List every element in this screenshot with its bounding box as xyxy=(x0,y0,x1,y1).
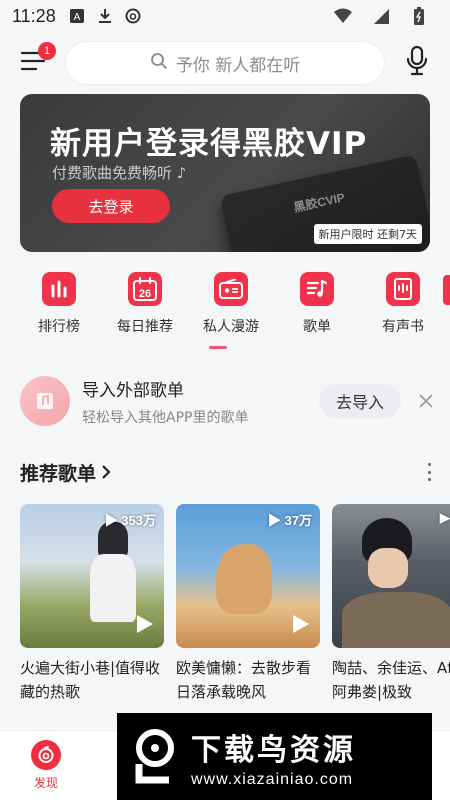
chevron-right-icon[interactable] xyxy=(100,464,112,480)
top-header: 1 予你 新人都在听 xyxy=(0,38,450,88)
playlist-title: 欧美慵懒：去散步看日落承载晚风 xyxy=(176,659,312,701)
playlist-card[interactable]: ▶ 37万 欧美慵懒：去散步看日落承载晚风 xyxy=(176,504,320,704)
wifi-icon xyxy=(334,7,352,25)
battery-icon xyxy=(410,7,428,25)
playlist-cover: ▶ 84 xyxy=(332,504,450,648)
nav-scroll-indicator xyxy=(209,346,227,349)
radio-icon xyxy=(214,272,248,306)
search-bar[interactable]: 予你 新人都在听 xyxy=(66,42,384,84)
import-thumbnail xyxy=(20,376,70,426)
more-options-icon[interactable] xyxy=(423,461,435,483)
menu-button[interactable]: 1 xyxy=(18,42,56,78)
notification-a-icon: A xyxy=(68,7,86,25)
menu-badge: 1 xyxy=(38,42,56,60)
playlist-title: 火遍大街小巷|值得收藏的热歌 xyxy=(20,659,161,701)
close-icon[interactable] xyxy=(417,392,435,410)
nav-item-playlists[interactable]: 歌单 xyxy=(274,268,360,352)
playlist-title: 陶喆、余佳运、Aflou阿弗娄|极致 xyxy=(332,659,450,701)
nav-label: 私人漫游 xyxy=(203,319,259,335)
download-icon xyxy=(96,7,114,25)
calendar-day: 26 xyxy=(139,288,151,300)
banner-subtitle: 付费歌曲免费畅听 ♪ xyxy=(52,164,187,182)
netease-icon xyxy=(124,7,142,25)
play-icon[interactable] xyxy=(292,614,310,638)
import-description: 轻松导入其他APP里的歌单 xyxy=(82,409,249,426)
voice-search-button[interactable] xyxy=(402,45,432,81)
cover-figure-shirt xyxy=(342,592,450,648)
search-placeholder: 予你 新人都在听 xyxy=(175,55,301,76)
cover-figure xyxy=(216,544,272,614)
netease-logo-icon xyxy=(31,740,61,770)
cover-figure-dress xyxy=(90,554,136,622)
quick-nav: 排行榜 26 每日推荐 私人漫游 歌单 有声书 xyxy=(0,268,450,352)
signal-icon xyxy=(372,7,390,25)
nav-next-item-peek xyxy=(443,275,450,305)
section-title[interactable]: 推荐歌单 xyxy=(20,459,96,486)
nav-item-daily[interactable]: 26 每日推荐 xyxy=(102,268,188,352)
vip-promo-banner[interactable]: 黑胶CVIP 新用户登录得黑胶VIP 付费歌曲免费畅听 ♪ 去登录 新用户限时 … xyxy=(20,94,430,252)
login-button[interactable]: 去登录 xyxy=(52,189,170,223)
tab-label: 发现 xyxy=(33,776,58,790)
nav-item-charts[interactable]: 排行榜 xyxy=(16,268,102,352)
playlist-card[interactable]: ▶ 84 陶喆、余佳运、Aflou阿弗娄|极致 xyxy=(332,504,450,704)
playlist-cover: ▶ 353万 xyxy=(20,504,164,648)
status-bar: 11:28 A xyxy=(0,0,450,32)
playlist-icon xyxy=(300,272,334,306)
nav-label: 歌单 xyxy=(303,319,331,335)
import-title: 导入外部歌单 xyxy=(82,380,184,401)
playlist-card[interactable]: ▶ 353万 火遍大街小巷|值得收藏的热歌 xyxy=(20,504,164,704)
import-playlist-card[interactable]: 导入外部歌单 轻松导入其他APP里的歌单 去导入 xyxy=(20,374,435,428)
watermark-overlay: 下载鸟资源 www.xiazainiao.com xyxy=(117,713,432,800)
playlist-carousel: ▶ 353万 火遍大街小巷|值得收藏的热歌 ▶ 37万 欧美慵懒：去散步看日落承… xyxy=(20,504,450,704)
tab-discover[interactable]: 发现 xyxy=(24,740,68,791)
banner-title: 新用户登录得黑胶VIP xyxy=(50,126,368,162)
calendar-icon: 26 xyxy=(128,272,162,306)
audiobook-icon xyxy=(386,272,420,306)
nav-label: 每日推荐 xyxy=(117,319,173,335)
svg-text:A: A xyxy=(73,12,80,23)
nav-item-private-roam[interactable]: 私人漫游 xyxy=(188,268,274,352)
recommended-playlists-header: 推荐歌单 xyxy=(20,456,435,488)
nav-label: 排行榜 xyxy=(38,319,80,335)
cover-figure-face xyxy=(368,548,408,588)
chart-icon xyxy=(42,272,76,306)
limited-time-tag: 新用户限时 还剩7天 xyxy=(313,224,422,244)
status-time: 11:28 xyxy=(12,5,56,26)
play-icon[interactable] xyxy=(136,614,154,638)
watermark-url: www.xiazainiao.com xyxy=(191,770,354,788)
watermark-title: 下载鸟资源 xyxy=(191,732,356,768)
play-count: ▶ 37万 xyxy=(267,513,312,528)
nav-item-audiobooks[interactable]: 有声书 xyxy=(360,268,446,352)
play-count: ▶ 84 xyxy=(439,510,450,525)
playlist-cover: ▶ 37万 xyxy=(176,504,320,648)
search-icon xyxy=(150,52,168,75)
microphone-icon xyxy=(405,45,429,81)
nav-label: 有声书 xyxy=(382,319,424,335)
vip-card-label: 黑胶CVIP xyxy=(292,190,347,215)
bird-logo-icon xyxy=(129,726,181,788)
import-button[interactable]: 去导入 xyxy=(319,384,401,418)
play-count: ▶ 353万 xyxy=(104,513,156,528)
